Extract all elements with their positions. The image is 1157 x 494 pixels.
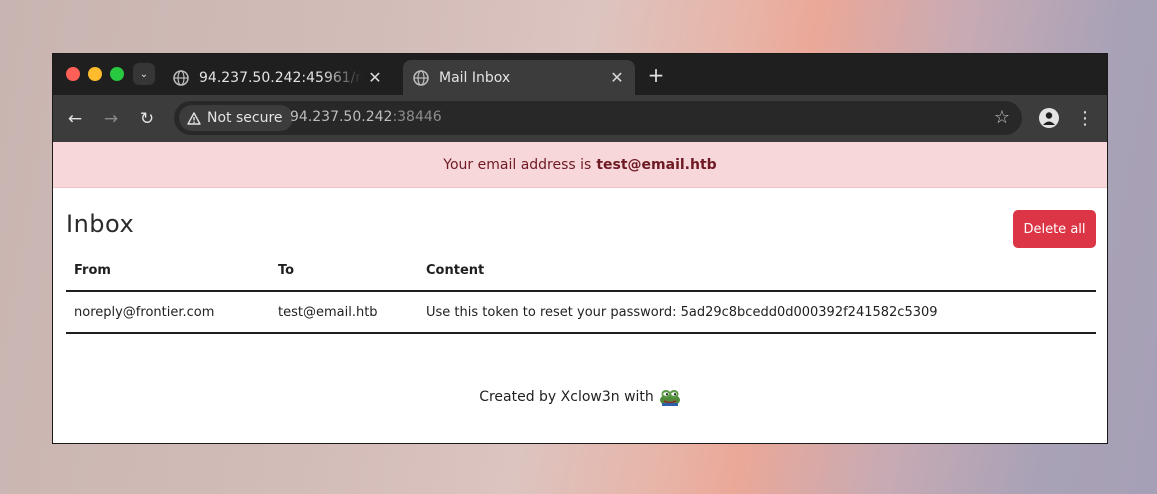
tab-title: 94.237.50.242:45961/reset	[199, 69, 363, 86]
browser-window: ⌄ 94.237.50.242:45961/reset ✕ Mail Inbox…	[52, 53, 1108, 444]
delete-all-button[interactable]: Delete all	[1013, 210, 1096, 248]
tab-mail-inbox[interactable]: Mail Inbox ✕	[403, 60, 635, 95]
forward-button[interactable]: →	[100, 108, 122, 130]
plus-icon: +	[647, 63, 665, 87]
column-header-content: Content	[418, 250, 1096, 292]
tab-strip: ⌄ 94.237.50.242:45961/reset ✕ Mail Inbox…	[53, 54, 1107, 95]
browser-toolbar: ← → ↻ Not secure 94.237.50.242:38446 ☆ ⋮	[53, 95, 1107, 142]
cell-to: test@email.htb	[270, 291, 418, 334]
reload-button[interactable]: ↻	[136, 108, 158, 130]
alert-email: test@email.htb	[596, 156, 717, 173]
profile-avatar[interactable]	[1039, 108, 1059, 128]
inbox-table: From To Content noreply@frontier.com tes…	[66, 250, 1096, 334]
cell-content: Use this token to reset your password: 5…	[418, 291, 1096, 334]
footer-text: Created by Xclow3n with	[479, 389, 654, 405]
url-port: :38446	[392, 109, 442, 125]
column-header-from: From	[66, 250, 270, 292]
minimize-window-button[interactable]	[88, 67, 102, 81]
url-text[interactable]: 94.237.50.242:38446	[290, 109, 442, 125]
footer: Created by Xclow3n with	[53, 388, 1107, 406]
back-button[interactable]: ←	[64, 108, 86, 130]
menu-button[interactable]: ⋮	[1076, 107, 1094, 129]
new-tab-button[interactable]: +	[645, 63, 667, 87]
arrow-right-icon: →	[103, 109, 119, 129]
reload-icon: ↻	[139, 109, 155, 129]
alert-prefix: Your email address is	[443, 156, 592, 173]
bookmark-star-icon[interactable]: ☆	[994, 107, 1010, 128]
tab-reset[interactable]: 94.237.50.242:45961/reset ✕	[163, 60, 393, 95]
close-window-button[interactable]	[66, 67, 80, 81]
address-bar[interactable]: Not secure 94.237.50.242:38446 ☆	[174, 101, 1022, 135]
warning-icon	[187, 111, 201, 125]
tab-search-button[interactable]: ⌄	[133, 63, 155, 85]
page-content: Your email address is test@email.htb Inb…	[53, 142, 1107, 443]
close-tab-icon[interactable]: ✕	[605, 68, 629, 87]
page-title: Inbox	[66, 210, 135, 238]
maximize-window-button[interactable]	[110, 67, 124, 81]
close-tab-icon[interactable]: ✕	[363, 68, 387, 87]
pepe-frog-icon	[659, 390, 680, 406]
security-chip[interactable]: Not secure	[179, 105, 293, 131]
person-icon	[1043, 112, 1055, 125]
globe-icon	[173, 69, 189, 86]
security-label: Not secure	[207, 110, 283, 126]
arrow-left-icon: ←	[67, 109, 83, 129]
table-header-row: From To Content	[66, 250, 1096, 292]
chevron-down-icon: ⌄	[139, 68, 149, 80]
tab-title: Mail Inbox	[439, 69, 511, 86]
cell-from: noreply@frontier.com	[66, 291, 270, 334]
globe-icon	[413, 69, 429, 86]
column-header-to: To	[270, 250, 418, 292]
url-host: 94.237.50.242	[290, 109, 393, 125]
email-alert: Your email address is test@email.htb	[53, 142, 1107, 188]
more-vertical-icon: ⋮	[1076, 107, 1094, 129]
table-row: noreply@frontier.com test@email.htb Use …	[66, 291, 1096, 334]
